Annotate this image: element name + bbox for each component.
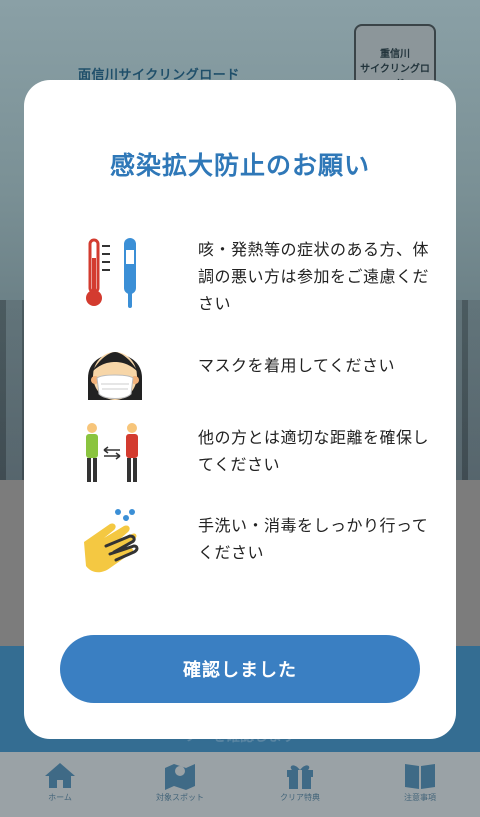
notice-text: 手洗い・消毒をしっかり行ってください <box>198 516 429 562</box>
tab-home[interactable]: ホーム <box>0 752 120 817</box>
notice-text: 他の方とは適切な距離を確保してください <box>198 428 430 474</box>
distance-icon <box>86 423 138 482</box>
modal-title: 感染拡大防止のお願い <box>109 151 370 180</box>
notice-item: マスクを着用してください <box>80 338 440 418</box>
tab-label: 注意事項 <box>404 793 436 802</box>
mask-icon <box>88 352 142 400</box>
gift-icon <box>287 765 313 789</box>
notice-item: 他の方とは適切な距離を確保してください <box>80 420 440 500</box>
tab-notes[interactable]: 注意事項 <box>360 752 480 817</box>
book-icon <box>405 764 435 789</box>
infection-prevention-modal: 感染拡大防止のお願い 咳・発熱等の症状のある方、体調の悪い方は参加をご遠慮くださ… <box>24 80 456 739</box>
notice-item: 咳・発熱等の症状のある方、体調の悪い方は参加をご遠慮ください <box>80 236 440 316</box>
notice-item: 手洗い・消毒をしっかり行ってください <box>80 508 440 588</box>
tab-spots[interactable]: 対象スポット <box>120 752 240 817</box>
tab-label: ホーム <box>48 793 72 802</box>
notice-text: マスクを着用してください <box>198 356 396 375</box>
notice-text: 咳・発熱等の症状のある方、体調の悪い方は参加をご遠慮ください <box>198 240 430 313</box>
tab-label: 対象スポット <box>156 793 204 802</box>
tab-bar: ホーム 対象スポット クリア特典 注意事項 <box>0 752 480 817</box>
home-icon <box>45 763 75 788</box>
tab-reward[interactable]: クリア特典 <box>240 752 360 817</box>
thermometer-icon <box>86 238 136 308</box>
map-icon <box>165 764 195 790</box>
confirm-button[interactable]: 確認しました <box>60 635 420 703</box>
tab-label: クリア特典 <box>280 793 320 802</box>
handwash-icon <box>84 509 139 573</box>
